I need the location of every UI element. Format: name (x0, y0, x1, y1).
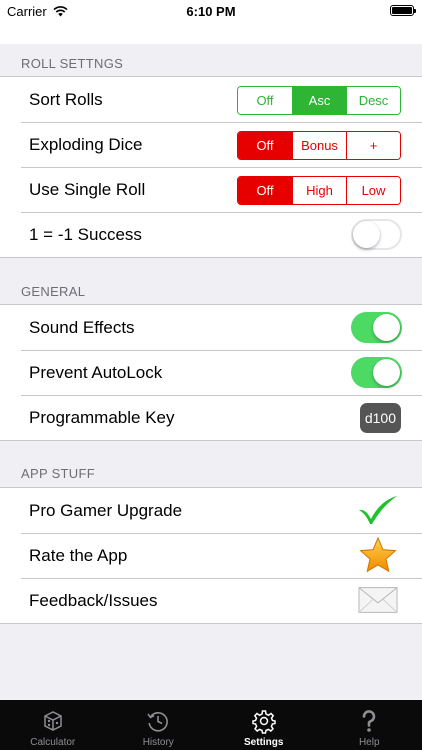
sort-rolls-desc[interactable]: Desc (346, 87, 400, 114)
rate-app-row[interactable]: Rate the App (0, 533, 422, 578)
pro-upgrade-row[interactable]: Pro Gamer Upgrade (0, 488, 422, 533)
feedback-label: Feedback/Issues (29, 590, 158, 610)
history-icon (145, 707, 171, 735)
single-roll-off[interactable]: Off (238, 177, 292, 204)
tab-history[interactable]: History (106, 700, 212, 750)
gear-icon (251, 707, 277, 735)
single-roll-low[interactable]: Low (346, 177, 400, 204)
exploding-dice-label: Exploding Dice (29, 134, 143, 154)
success-toggle[interactable] (351, 219, 402, 250)
prevent-autolock-label: Prevent AutoLock (29, 362, 163, 382)
app-stuff-group: Pro Gamer Upgrade Rate the App Feedback/… (0, 487, 422, 624)
tab-bar: Calculator History Settings Help (0, 700, 422, 750)
prevent-autolock-toggle[interactable] (351, 357, 402, 388)
tab-help[interactable]: Help (317, 700, 422, 750)
sort-rolls-row: Sort Rolls Off Asc Desc (0, 77, 422, 122)
status-bar: 6:10 PM Carrier (0, 0, 422, 22)
prevent-autolock-row: Prevent AutoLock (0, 350, 422, 395)
sort-rolls-segmented-control: Off Asc Desc (237, 86, 401, 115)
tab-settings-label: Settings (244, 737, 284, 748)
dice-icon (40, 707, 66, 735)
nav-bar (0, 22, 422, 44)
exploding-dice-plus[interactable]: + (346, 132, 400, 159)
carrier-label: Carrier (7, 4, 47, 19)
tab-calculator[interactable]: Calculator (0, 700, 106, 750)
section-header-general: GENERAL (21, 284, 86, 299)
exploding-dice-row: Exploding Dice Off Bonus + (0, 122, 422, 167)
battery-icon (390, 5, 416, 16)
single-roll-row: Use Single Roll Off High Low (0, 167, 422, 212)
checkmark-icon (358, 492, 398, 528)
exploding-dice-segmented-control: Off Bonus + (237, 131, 401, 160)
sort-rolls-asc[interactable]: Asc (292, 87, 346, 114)
tab-settings[interactable]: Settings (211, 700, 317, 750)
section-header-app: APP STUFF (21, 466, 95, 481)
single-roll-high[interactable]: High (292, 177, 346, 204)
sound-effects-row: Sound Effects (0, 305, 422, 350)
pro-upgrade-label: Pro Gamer Upgrade (29, 500, 183, 520)
programmable-key-row[interactable]: Programmable Key d100 (0, 395, 422, 440)
rate-app-label: Rate the App (29, 545, 128, 565)
star-icon (358, 537, 398, 573)
feedback-row[interactable]: Feedback/Issues (0, 578, 422, 623)
exploding-dice-bonus[interactable]: Bonus (292, 132, 346, 159)
question-icon (356, 707, 382, 735)
success-row: 1 = -1 Success (0, 212, 422, 257)
single-roll-label: Use Single Roll (29, 179, 146, 199)
envelope-icon (358, 582, 398, 618)
sound-effects-toggle[interactable] (351, 312, 402, 343)
single-roll-segmented-control: Off High Low (237, 176, 401, 205)
general-group: Sound Effects Prevent AutoLock Programma… (0, 304, 422, 441)
sort-rolls-off[interactable]: Off (238, 87, 292, 114)
programmable-key-label: Programmable Key (29, 407, 175, 427)
wifi-icon (53, 6, 68, 17)
tab-history-label: History (142, 737, 174, 748)
success-label: 1 = -1 Success (29, 224, 142, 244)
sound-effects-label: Sound Effects (29, 317, 135, 337)
roll-settings-group: Sort Rolls Off Asc Desc Exploding Dice O… (0, 76, 422, 258)
programmable-key-button[interactable]: d100 (359, 403, 401, 433)
tab-help-label: Help (358, 737, 380, 748)
section-header-roll: ROLL SETTNGS (21, 56, 124, 71)
tab-calculator-label: Calculator (30, 737, 76, 748)
sort-rolls-label: Sort Rolls (29, 89, 103, 109)
exploding-dice-off[interactable]: Off (238, 132, 292, 159)
